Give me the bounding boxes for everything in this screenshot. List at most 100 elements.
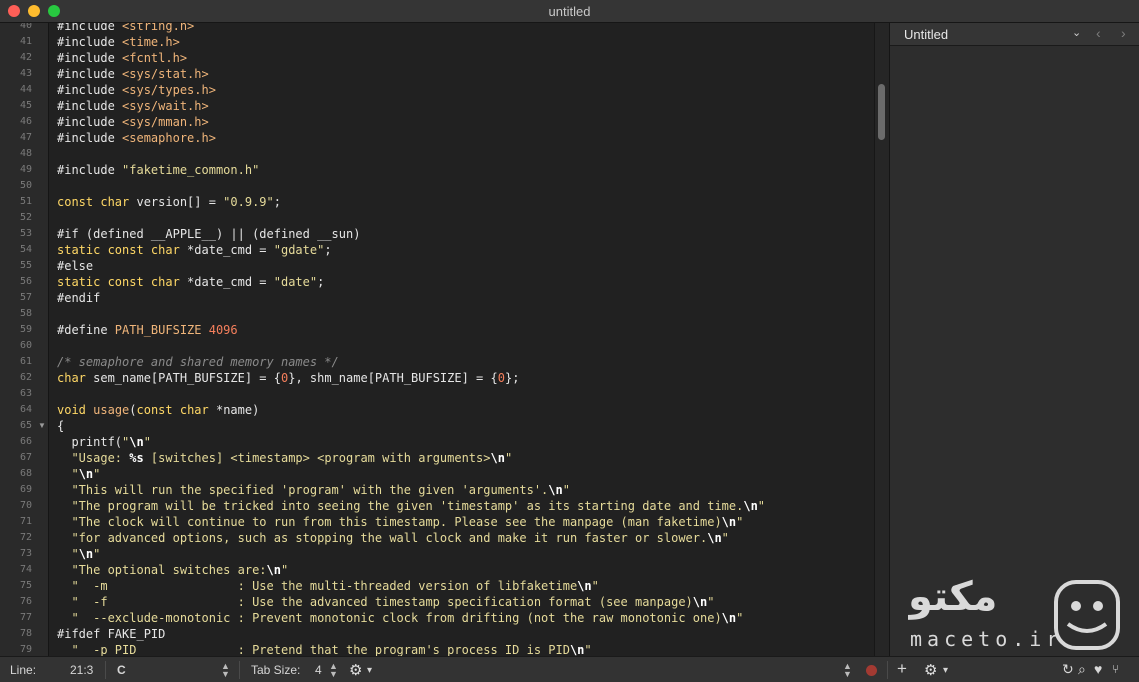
code-line[interactable]: "The optional switches are:\n" <box>57 562 288 578</box>
code-line[interactable]: static const char *date_cmd = "date"; <box>57 274 324 290</box>
code-token: #include <box>57 115 123 129</box>
sidebar-dropdown-chevron-icon[interactable]: ⌄ <box>1072 26 1081 39</box>
code-token: <sys/mman.h> <box>122 115 209 129</box>
code-line[interactable]: #else <box>57 258 93 274</box>
code-token: " <box>143 435 151 449</box>
line-number: 72 <box>19 532 32 543</box>
add-icon[interactable]: + <box>897 659 907 679</box>
cursor-position[interactable]: 21:3 <box>70 663 93 677</box>
code-line[interactable]: #include <semaphore.h> <box>57 130 216 146</box>
code-line[interactable]: " -f : Use the advanced timestamp specif… <box>57 594 714 610</box>
code-token: " <box>562 483 570 497</box>
code-token: " <box>584 643 592 656</box>
branch-icon[interactable]: ⑂ <box>1112 662 1119 676</box>
syntax-updown-icon[interactable]: ▲ ▼ <box>221 662 230 679</box>
code-token: version[] = <box>129 195 224 209</box>
code-line[interactable]: const char version[] = "0.9.9"; <box>57 194 281 210</box>
code-token: \n <box>490 451 505 465</box>
code-line[interactable]: #include <sys/mman.h> <box>57 114 209 130</box>
line-number: 74 <box>19 564 32 575</box>
code-area[interactable]: #include <string.h> #include <time.h> #inc… <box>57 23 874 656</box>
code-line[interactable]: #include <sys/types.h> <box>57 82 216 98</box>
code-line[interactable]: " -m : Use the multi-threaded version of… <box>57 578 598 594</box>
code-line[interactable]: " -p PID : Pretend that the program's pr… <box>57 642 592 656</box>
editor-vertical-scrollbar[interactable] <box>874 23 889 656</box>
code-line[interactable]: printf("\n" <box>57 434 151 450</box>
record-macro-icon[interactable] <box>866 665 877 676</box>
code-line[interactable]: #include "faketime_common.h" <box>57 162 259 178</box>
gear-dropdown-chevron-icon[interactable]: ▾ <box>367 665 372 676</box>
line-number: 53 <box>19 228 32 239</box>
code-line[interactable]: " --exclude-monotonic : Prevent monotoni… <box>57 610 743 626</box>
heart-icon[interactable]: ♥ <box>1094 661 1102 677</box>
code-line[interactable]: /* semaphore and shared memory names */ <box>57 354 339 370</box>
code-line[interactable]: "The program will be tricked into seeing… <box>57 498 765 514</box>
line-number: 44 <box>19 84 32 95</box>
tab-size-updown-icon[interactable]: ▲ ▼ <box>329 662 338 679</box>
line-number: 48 <box>19 148 32 159</box>
code-token: " <box>93 467 101 481</box>
code-token: " <box>736 515 744 529</box>
smiley-face-icon <box>1054 580 1120 650</box>
tab-size-value[interactable]: 4 <box>315 663 322 677</box>
code-token: " <box>707 595 715 609</box>
code-line[interactable]: #include <string.h> <box>57 23 194 34</box>
code-token: static const char <box>57 243 180 257</box>
line-number: 50 <box>19 180 32 191</box>
code-token: #endif <box>57 291 101 305</box>
code-token: void <box>57 403 86 417</box>
code-token: " --exclude-monotonic : Prevent monotoni… <box>57 611 722 625</box>
code-line[interactable]: { <box>57 418 64 434</box>
code-line[interactable]: #if (defined __APPLE__) || (defined __su… <box>57 226 360 242</box>
code-line[interactable]: char sem_name[PATH_BUFSIZE] = {0}, shm_n… <box>57 370 519 386</box>
code-line[interactable]: #endif <box>57 290 100 306</box>
chevron-right-icon[interactable]: › <box>1121 25 1126 41</box>
code-line[interactable]: #include <fcntl.h> <box>57 50 187 66</box>
code-token: #include <box>57 99 123 113</box>
code-token: "faketime_common.h" <box>122 163 260 177</box>
code-line[interactable]: static const char *date_cmd = "gdate"; <box>57 242 332 258</box>
code-token: const char <box>57 195 130 209</box>
sidebar-gear-chevron-icon[interactable]: ▾ <box>943 665 948 676</box>
chevron-left-icon[interactable]: ‹ <box>1096 25 1101 41</box>
code-token: \n <box>707 531 722 545</box>
code-token: #include <box>57 51 123 65</box>
code-token: \n <box>266 563 281 577</box>
code-token: *date_cmd = <box>179 275 274 289</box>
code-line[interactable]: "The clock will continue to run from thi… <box>57 514 743 530</box>
code-line[interactable]: "This will run the specified 'program' w… <box>57 482 570 498</box>
line-number: 73 <box>19 548 32 559</box>
status-bar: Line: 21:3 C ▲ ▼ Tab Size: 4 ▲ ▼ ⚙ ▾ ▲ ▼ + … <box>0 656 1139 682</box>
code-token: const char <box>136 403 209 417</box>
code-editor[interactable]: 40 41 42 43 44 45 46 47 48 49 50 51 52 53 54 55 56 57 58 59… <box>0 23 874 656</box>
code-line[interactable]: #define PATH_BUFSIZE 4096 <box>57 322 238 338</box>
code-token: /* semaphore and shared memory names */ <box>57 355 339 369</box>
code-token: static const char <box>57 275 180 289</box>
code-line[interactable]: "\n" <box>57 546 100 562</box>
code-line[interactable]: #include <sys/stat.h> <box>57 66 209 82</box>
line-number: 49 <box>19 164 32 175</box>
code-line[interactable]: "for advanced options, such as stopping … <box>57 530 728 546</box>
scrollbar-thumb[interactable] <box>878 84 885 140</box>
updown-icon[interactable]: ▲ ▼ <box>843 662 852 679</box>
sidebar-gear-icon[interactable]: ⚙ <box>924 661 937 679</box>
code-token: #include <box>57 83 123 97</box>
code-line[interactable]: void usage(const char *name) <box>57 402 259 418</box>
code-token: " -f : Use the advanced timestamp specif… <box>57 595 693 609</box>
code-token: #else <box>57 259 94 273</box>
gear-icon[interactable]: ⚙ <box>349 661 362 679</box>
code-line[interactable]: "Usage: %s [switches] <timestamp> <progr… <box>57 450 512 466</box>
tab-size-label: Tab Size: <box>251 663 301 677</box>
search-icon[interactable]: ⌕ <box>1078 661 1086 678</box>
code-line[interactable]: #ifdef FAKE_PID <box>57 626 165 642</box>
code-line[interactable]: "\n" <box>57 466 100 482</box>
code-line[interactable]: #include <sys/wait.h> <box>57 98 209 114</box>
window-title: untitled <box>548 4 591 19</box>
code-token: <sys/types.h> <box>122 83 216 97</box>
refresh-icon[interactable]: ↻ <box>1062 661 1074 678</box>
line-number: 55 <box>19 260 32 271</box>
fold-arrow-icon[interactable]: ▼ <box>38 418 46 434</box>
code-token: 0 <box>497 371 505 385</box>
code-line[interactable]: #include <time.h> <box>57 34 180 50</box>
syntax-selector[interactable]: C <box>117 663 126 677</box>
